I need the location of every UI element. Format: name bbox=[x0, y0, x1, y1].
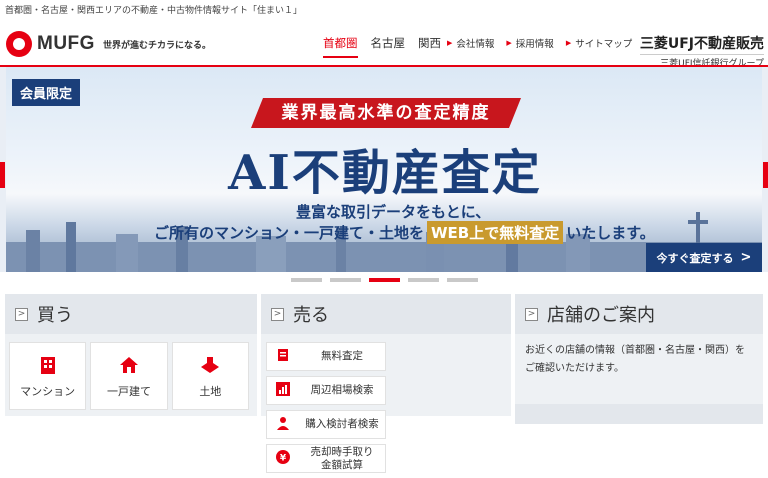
hero-ribbon: 業界最高水準の査定精度 bbox=[251, 98, 521, 128]
brand-name: 三菱UFJ不動産販売 bbox=[639, 36, 764, 52]
chevron-right-icon: > bbox=[271, 307, 284, 321]
sell-item-label: 無料査定 bbox=[321, 350, 363, 363]
free-assessment-button[interactable]: 無料査定 bbox=[266, 342, 386, 371]
chevron-right-icon: > bbox=[15, 307, 28, 321]
document-icon bbox=[275, 348, 291, 366]
land-icon bbox=[173, 343, 248, 375]
link-label: 採用情報 bbox=[515, 39, 554, 50]
hero-line2-pre: ご所有のマンション・一戸建て・土地を bbox=[154, 224, 425, 242]
sell-item-label: 売却時手取り 金額試算 bbox=[299, 446, 385, 470]
assess-now-button[interactable]: 今すぐ査定する > bbox=[646, 243, 762, 272]
chart-icon bbox=[275, 381, 291, 400]
hero-title: AI不動産査定 bbox=[228, 145, 542, 201]
triangle-right-icon: ▶ bbox=[506, 39, 512, 47]
house-icon bbox=[91, 343, 166, 375]
cta-label: 今すぐ査定する bbox=[656, 251, 734, 265]
buy-options: マンション 一戸建て 土地 bbox=[5, 334, 257, 410]
hero-subtitle-line1: 豊富な取引データをもとに、 bbox=[296, 203, 491, 221]
mufg-logo-icon bbox=[6, 31, 32, 57]
carousel-next-button[interactable] bbox=[763, 162, 768, 188]
sell-item-label: 周辺相場検索 bbox=[310, 384, 374, 397]
store-panel-header[interactable]: > 店舗のご案内 bbox=[515, 294, 763, 334]
carousel-dot-3[interactable] bbox=[368, 278, 400, 282]
link-sitemap[interactable]: ▶ サイトマップ bbox=[566, 36, 632, 50]
hero-highlight-b: 無料査定 bbox=[499, 224, 560, 242]
sell-options: 無料査定 周辺相場検索 購入検討者検索 ¥ 売却時手取り 金額試算 bbox=[261, 334, 511, 478]
utility-links: ▶ 会社情報 ▶ 採用情報 ▶ サイトマップ bbox=[447, 36, 644, 50]
brand-logo[interactable]: 三菱UFJ不動産販売 三菱UFJ信託銀行グループ bbox=[639, 33, 764, 69]
sell-item-label-line2: 金額試算 bbox=[321, 458, 363, 471]
link-company-info[interactable]: ▶ 会社情報 bbox=[447, 36, 494, 50]
carousel-dot-4[interactable] bbox=[407, 278, 439, 282]
members-only-badge: 会員限定 bbox=[12, 79, 81, 106]
buy-title: 買う bbox=[37, 305, 73, 326]
link-recruit[interactable]: ▶ 採用情報 bbox=[506, 36, 553, 50]
buy-mansion-button[interactable]: マンション bbox=[9, 342, 87, 410]
hero-highlight: WEB上で無料査定 bbox=[427, 221, 564, 244]
carousel-dot-1[interactable] bbox=[290, 278, 322, 282]
sell-title: 売る bbox=[293, 305, 329, 326]
region-tab-kansai[interactable]: 関西 bbox=[418, 35, 441, 58]
net-proceeds-estimate-button[interactable]: ¥ 売却時手取り 金額試算 bbox=[266, 444, 386, 473]
hero-highlight-a: WEB上で bbox=[431, 224, 500, 242]
buy-house-button[interactable]: 一戸建て bbox=[90, 342, 168, 410]
buy-item-label: 土地 bbox=[199, 385, 222, 398]
person-icon bbox=[275, 416, 291, 434]
buy-item-label: 一戸建て bbox=[106, 385, 151, 398]
hero-banner[interactable]: 会員限定 業界最高水準の査定精度 AI不動産査定 豊富な取引データをもとに、 ご… bbox=[0, 67, 768, 272]
logo-slogan: 世界が進むチカラになる。 bbox=[102, 40, 211, 51]
yen-icon: ¥ bbox=[275, 449, 291, 468]
triangle-right-icon: ▶ bbox=[565, 39, 572, 47]
logo-text: MUFG bbox=[37, 33, 95, 54]
carousel-dot-2[interactable] bbox=[329, 278, 361, 282]
link-label: 会社情報 bbox=[456, 39, 495, 50]
chevron-right-icon: > bbox=[525, 307, 538, 321]
triangle-right-icon: ▶ bbox=[447, 39, 453, 47]
svg-text:¥: ¥ bbox=[280, 453, 287, 463]
buy-panel: > 買う マンション 一戸建て 土地 bbox=[5, 294, 257, 416]
hero-line2-post: いたします。 bbox=[566, 224, 655, 242]
link-label: サイトマップ bbox=[575, 39, 633, 50]
sell-panel: > 売る 無料査定 周辺相場検索 購入検討者検索 ¥ 売却時手取り 金額試算 bbox=[261, 294, 511, 473]
region-nav: 首都圏 名古屋 関西 bbox=[323, 35, 454, 58]
store-panel: > 店舗のご案内 お近くの店舗の情報（首都圏・名古屋・関西）をご確認いただけます… bbox=[515, 294, 763, 424]
building-icon bbox=[10, 343, 85, 375]
chevron-right-icon: > bbox=[740, 250, 752, 265]
hero-subtitle-line2: ご所有のマンション・一戸建て・土地を WEB上で無料査定 いたします。 bbox=[154, 221, 655, 244]
carousel-prev-button[interactable] bbox=[0, 162, 5, 188]
mufg-logo[interactable]: MUFG 世界が進むチカラになる。 bbox=[6, 31, 211, 57]
buy-panel-header[interactable]: > 買う bbox=[5, 294, 257, 334]
store-description: お近くの店舗の情報（首都圏・名古屋・関西）をご確認いただけます。 bbox=[525, 345, 745, 374]
carousel-dot-5[interactable] bbox=[446, 278, 478, 282]
store-title: 店舗のご案内 bbox=[547, 305, 655, 326]
next-panel-header[interactable] bbox=[515, 404, 763, 424]
buy-land-button[interactable]: 土地 bbox=[171, 342, 249, 410]
region-tab-nagoya[interactable]: 名古屋 bbox=[371, 35, 406, 58]
site-header: MUFG 世界が進むチカラになる。 首都圏 名古屋 関西 ▶ 会社情報 ▶ 採用情報… bbox=[0, 20, 768, 69]
market-price-search-button[interactable]: 周辺相場検索 bbox=[266, 376, 386, 405]
site-tagline: 首都圏・名古屋・関西エリアの不動産・中古物件情報サイト「住まい１」 bbox=[5, 6, 303, 16]
buy-item-label: マンション bbox=[20, 385, 76, 398]
buyer-search-button[interactable]: 購入検討者検索 bbox=[266, 410, 386, 439]
region-tab-shutoken[interactable]: 首都圏 bbox=[323, 35, 358, 58]
sell-item-label-line1: 売却時手取り bbox=[310, 446, 374, 459]
sell-item-label: 購入検討者検索 bbox=[305, 418, 379, 431]
sell-panel-header[interactable]: > 売る bbox=[261, 294, 511, 334]
carousel-indicators bbox=[0, 278, 768, 282]
